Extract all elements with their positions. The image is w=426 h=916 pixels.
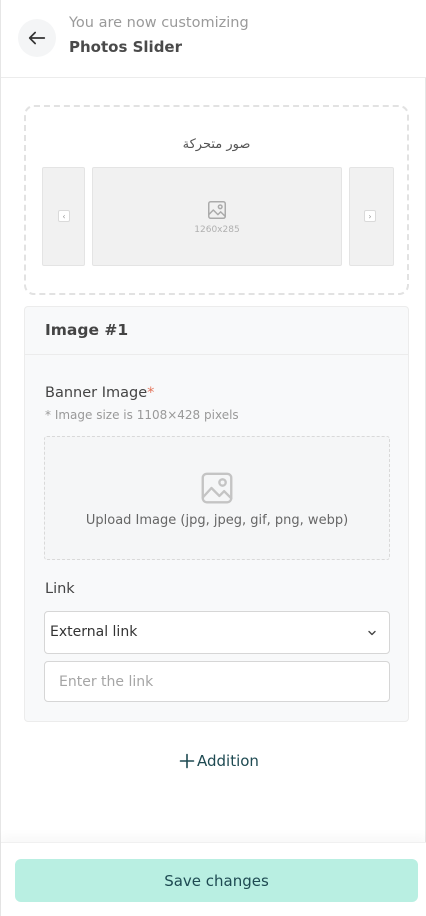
add-image-button[interactable]: Addition <box>179 752 259 770</box>
banner-image-label-text: Banner Image <box>45 385 148 401</box>
slide-dimensions: 1260x285 <box>194 224 240 235</box>
image-icon <box>208 200 226 219</box>
chevron-down-icon <box>368 630 376 636</box>
save-changes-button[interactable]: Save changes <box>15 859 418 902</box>
slider-preview-title: صور متحركة <box>182 137 251 152</box>
banner-image-label: Banner Image* <box>45 385 154 401</box>
header-subtitle: You are now customizing <box>69 15 249 31</box>
image-size-hint: * Image size is 1108×428 pixels <box>45 408 239 422</box>
image-icon <box>201 472 233 503</box>
required-mark: * <box>147 385 155 401</box>
arrow-left-icon <box>28 31 46 45</box>
image-card-title: Image #1 <box>45 321 129 339</box>
upload-image-text: Upload Image (jpg, jpeg, gif, png, webp) <box>85 512 349 528</box>
link-label: Link <box>45 581 75 597</box>
slider-next-button[interactable]: › <box>364 210 376 222</box>
link-type-select[interactable]: External link <box>44 611 390 654</box>
page-title: Photos Slider <box>69 38 182 56</box>
upload-image-dropzone[interactable]: Upload Image (jpg, jpeg, gif, png, webp) <box>44 436 390 560</box>
back-button[interactable] <box>18 19 56 57</box>
plus-icon <box>179 753 195 769</box>
link-type-value: External link <box>50 624 138 640</box>
link-input[interactable] <box>44 661 390 702</box>
slider-prev-button[interactable]: ‹ <box>58 210 70 222</box>
add-image-label: Addition <box>197 752 259 770</box>
slider-preview[interactable]: صور متحركة 1260x285 ‹ › <box>24 105 409 295</box>
slide-current: 1260x285 <box>92 167 342 266</box>
app-frame: You are now customizing Photos Slider صو… <box>0 0 426 916</box>
image-card: Image #1 Banner Image* * Image size is 1… <box>24 306 409 722</box>
image-card-header[interactable]: Image #1 <box>25 307 408 355</box>
footer: Save changes <box>1 842 426 916</box>
header: You are now customizing Photos Slider <box>1 0 426 78</box>
